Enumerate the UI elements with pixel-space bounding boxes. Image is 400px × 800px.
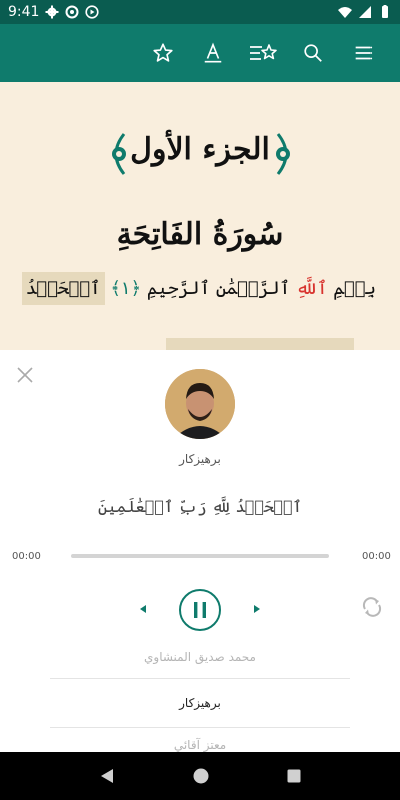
next-verse-button[interactable] xyxy=(247,599,267,619)
reciter-option[interactable]: معتز آقائي xyxy=(50,738,350,752)
search-icon xyxy=(304,44,322,62)
quran-page: الجزء الأول سُورَةُ الفَاتِحَةِ بِسۡمِ ٱ… xyxy=(0,82,400,350)
ornament-icon xyxy=(276,133,290,175)
triangle-right-icon xyxy=(254,605,260,613)
recents-icon[interactable] xyxy=(286,768,302,784)
reciter-option[interactable]: محمد صديق المنشاوي xyxy=(50,650,350,678)
close-icon[interactable] xyxy=(14,364,36,386)
status-time: 9:41 xyxy=(8,4,40,20)
battery-icon xyxy=(382,5,388,18)
starred-list-icon xyxy=(250,44,277,60)
cellular-icon xyxy=(359,6,371,18)
progress-slider[interactable] xyxy=(71,554,329,558)
current-verse-text: ٱلۡحَمۡدُ لِلَّهِ رَبِّ ٱلۡعَٰلَمِينَ xyxy=(97,497,303,516)
search-button[interactable] xyxy=(288,24,338,82)
verse-line[interactable]: بِسۡمِ ٱللَّهِ ٱلرَّحۡمَٰنِ ٱلرَّحِيمِ ﴿… xyxy=(21,272,376,305)
bookmark-star-button[interactable] xyxy=(138,24,188,82)
reciter-option-selected[interactable]: برهيزكار xyxy=(50,678,350,728)
verse-word-allah[interactable]: ٱللَّهِ xyxy=(296,278,328,299)
repeat-icon[interactable] xyxy=(360,595,384,619)
back-icon[interactable] xyxy=(98,767,116,785)
audio-player-sheet: برهيزكار ٱلۡحَمۡدُ لِلَّهِ رَبِّ ٱلۡعَٰل… xyxy=(0,350,400,752)
menu-icon xyxy=(355,46,373,60)
gear-icon xyxy=(45,5,59,19)
star-icon xyxy=(153,43,173,62)
pause-icon xyxy=(194,602,206,618)
verse-word-highlighted[interactable]: ٱلۡحَمۡدُ xyxy=(21,272,105,305)
navigation-bar xyxy=(0,752,400,800)
toolbar xyxy=(0,24,400,82)
verse-word[interactable]: بِسۡمِ xyxy=(333,278,376,299)
reciter-photo xyxy=(165,369,235,439)
ayah-number-marker: ﴿١﴾ xyxy=(110,278,142,299)
status-right xyxy=(338,5,392,19)
bookmarks-list-button[interactable] xyxy=(238,24,288,82)
play-pause-button[interactable] xyxy=(179,589,221,631)
status-bar: 9:41 xyxy=(0,0,400,24)
wifi-icon xyxy=(338,7,352,18)
triangle-left-icon xyxy=(140,605,146,613)
elapsed-time: 00:00 xyxy=(12,551,41,562)
at-sign-icon xyxy=(65,5,79,19)
previous-verse-button[interactable] xyxy=(133,599,153,619)
juz-title: الجزء الأول xyxy=(130,132,270,167)
reciter-avatar xyxy=(165,369,235,439)
play-circle-icon xyxy=(85,5,100,19)
reciter-name: برهيزكار xyxy=(179,452,221,466)
home-icon[interactable] xyxy=(192,767,210,785)
status-left: 9:41 xyxy=(8,4,100,20)
verse-words[interactable]: ٱلرَّحۡمَٰنِ ٱلرَّحِيمِ xyxy=(147,278,290,299)
highlighted-line xyxy=(166,338,354,350)
menu-button[interactable] xyxy=(338,24,388,82)
font-icon xyxy=(204,42,222,63)
duration-time: 00:00 xyxy=(362,551,391,562)
font-settings-button[interactable] xyxy=(188,24,238,82)
surah-title: سُورَةُ الفَاتِحَةِ xyxy=(116,217,284,252)
